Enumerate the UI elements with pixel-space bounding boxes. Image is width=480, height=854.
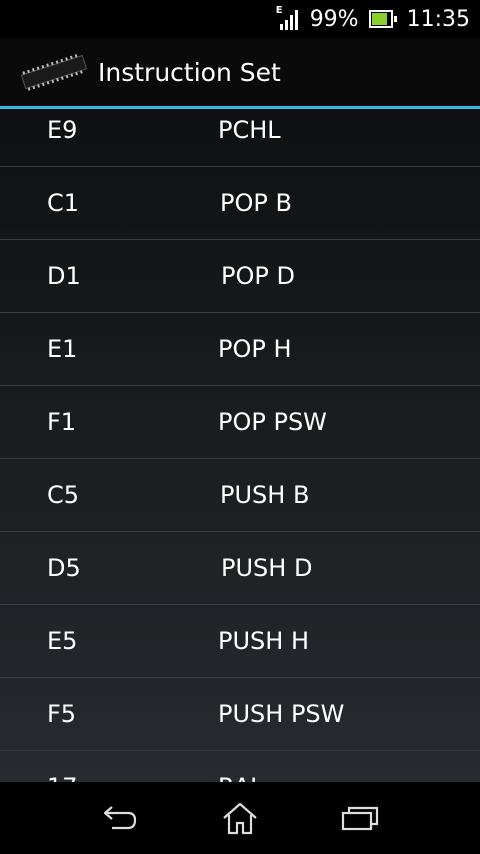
navigation-bar [0, 782, 480, 854]
opcode: D5 [47, 554, 81, 582]
opcode: F1 [47, 408, 77, 436]
mnemonic: PUSH H [218, 627, 309, 655]
list-item[interactable]: F5 PUSH PSW [0, 678, 480, 751]
mnemonic: PCHL [218, 116, 281, 144]
list-item[interactable]: 17 RAL [0, 751, 480, 782]
home-icon[interactable] [216, 796, 264, 840]
mnemonic: POP H [218, 335, 292, 363]
list-item[interactable]: D1 POP D [0, 240, 480, 313]
action-bar: Instruction Set [0, 38, 480, 109]
status-bar: E 99% 11:35 [0, 0, 480, 38]
opcode: F5 [47, 700, 77, 728]
opcode: E9 [47, 116, 78, 144]
mnemonic: POP D [221, 262, 295, 290]
list-item[interactable]: C5 PUSH B [0, 459, 480, 532]
mnemonic: RAL [218, 751, 264, 782]
recent-apps-icon[interactable] [336, 796, 384, 840]
network-type: E [275, 5, 283, 16]
mnemonic: PUSH PSW [218, 700, 345, 728]
signal-icon: E [275, 5, 300, 31]
back-icon[interactable] [96, 796, 144, 840]
list-item[interactable]: C1 POP B [0, 167, 480, 240]
list-item[interactable]: E9 PCHL [0, 109, 480, 167]
list-item[interactable]: D5 PUSH D [0, 532, 480, 605]
opcode: C5 [47, 481, 80, 509]
mnemonic: POP B [220, 189, 292, 217]
instruction-list[interactable]: E9 PCHL C1 POP B D1 POP D E1 POP H F1 PO… [0, 109, 480, 782]
list-item[interactable]: F1 POP PSW [0, 386, 480, 459]
list-item[interactable]: E5 PUSH H [0, 605, 480, 678]
battery-percent: 99% [309, 6, 359, 32]
opcode: 17 [47, 751, 78, 782]
opcode: E5 [47, 627, 78, 655]
page-title: Instruction Set [98, 58, 281, 87]
opcode: D1 [47, 262, 81, 290]
mnemonic: POP PSW [218, 408, 327, 436]
opcode: E1 [47, 335, 78, 363]
microchip-icon[interactable] [18, 52, 90, 92]
mnemonic: PUSH B [220, 481, 310, 509]
opcode: C1 [47, 189, 80, 217]
clock: 11:35 [406, 6, 470, 32]
battery-icon [368, 10, 397, 28]
mnemonic: PUSH D [221, 554, 313, 582]
list-item[interactable]: E1 POP H [0, 313, 480, 386]
